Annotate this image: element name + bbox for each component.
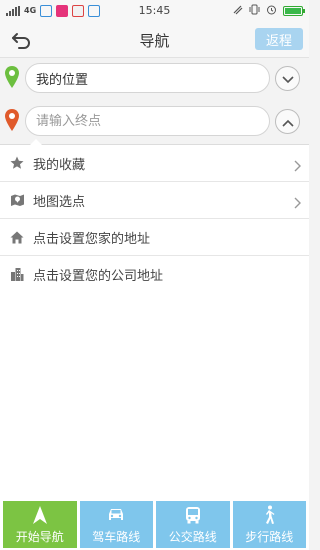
map-pin-icon: [9, 192, 25, 208]
collapse-end-button[interactable]: [275, 109, 300, 134]
vibrate-icon: [249, 4, 260, 18]
notification-app-icon: [88, 5, 101, 17]
walk-route-label: 步行路线: [245, 529, 294, 544]
chevron-right-icon: [294, 194, 301, 213]
list-item-label: 点击设置您家的地址: [33, 231, 151, 247]
home-icon: [9, 229, 25, 245]
alarm-icon: [266, 4, 277, 18]
list-item-label: 点击设置您的公司地址: [33, 268, 164, 284]
destination-input[interactable]: [25, 106, 270, 136]
start-row: 我的位置: [0, 58, 309, 98]
bus-icon: [185, 505, 201, 525]
weibo-app-icon: [56, 5, 69, 17]
title-bar: 导航 返程: [0, 22, 309, 58]
list-item-map-select[interactable]: 地图选点: [0, 182, 309, 219]
route-panel: 我的位置: [0, 58, 309, 144]
start-navigation-label: 开始导航: [15, 529, 64, 544]
start-location-field[interactable]: 我的位置: [25, 63, 270, 93]
list-item-home[interactable]: 点击设置您家的地址: [0, 219, 309, 256]
walk-route-button[interactable]: 步行路线: [232, 501, 306, 548]
bus-route-button[interactable]: 公交路线: [156, 501, 230, 548]
navigation-arrow-icon: [32, 505, 47, 525]
list-item-favorites[interactable]: 我的收藏: [0, 145, 309, 182]
list-item-company[interactable]: 点击设置您的公司地址: [0, 256, 309, 293]
chevron-up-icon: [281, 112, 294, 131]
bottom-action-bar: 开始导航 驾车路线 公交路线 步行路线: [0, 500, 309, 550]
signal-icon: [6, 6, 20, 16]
status-left: 4G: [6, 5, 101, 17]
end-pin-icon: [5, 109, 19, 131]
status-bar: 4G 15:45: [0, 0, 309, 22]
walking-icon: [262, 505, 276, 525]
battery-icon: [283, 6, 305, 16]
start-pin-icon: [5, 66, 19, 88]
list-item-label: 我的收藏: [33, 157, 86, 173]
empty-content-area: [0, 291, 309, 500]
image-app-icon: [40, 5, 53, 17]
dropdown-pointer: [30, 139, 42, 145]
chevron-right-icon: [294, 157, 301, 176]
store-app-icon: [72, 5, 85, 17]
bus-route-label: 公交路线: [168, 529, 217, 544]
return-trip-button[interactable]: 返程: [255, 28, 303, 50]
status-right: [232, 4, 305, 18]
drive-route-button[interactable]: 驾车路线: [79, 501, 153, 548]
start-navigation-button[interactable]: 开始导航: [3, 501, 77, 548]
nfc-icon: [232, 4, 243, 18]
star-icon: [9, 155, 25, 171]
suggestion-list: 我的收藏 地图选点 点击设置您家的地址 点击设置您的公司地址: [0, 144, 309, 293]
list-item-label: 地图选点: [33, 194, 86, 210]
end-row: [0, 101, 309, 141]
car-icon: [106, 505, 126, 525]
expand-start-button[interactable]: [275, 66, 300, 91]
network-type: 4G: [24, 6, 37, 15]
building-icon: [9, 266, 25, 282]
chevron-down-icon: [281, 69, 294, 88]
drive-route-label: 驾车路线: [92, 529, 141, 544]
